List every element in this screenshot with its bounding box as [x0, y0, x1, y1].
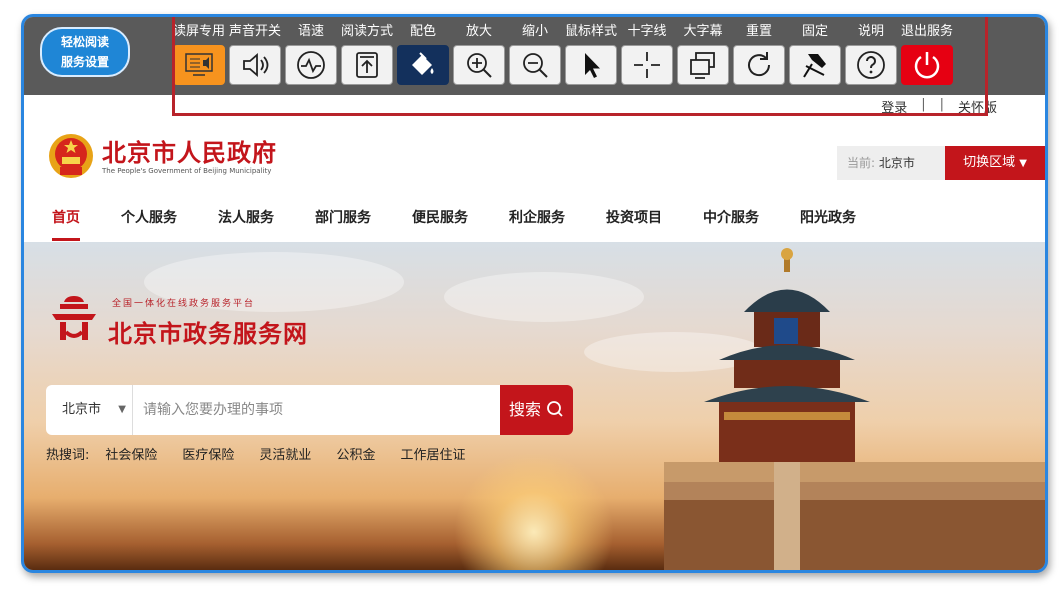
speech-rate-icon[interactable]: [285, 45, 337, 85]
hot-term[interactable]: 公积金: [336, 444, 375, 463]
region-prefix: 当前:: [847, 156, 876, 170]
site-header: 登录 | | 关怀版 北京市人民政府 The People's Governme…: [24, 95, 1045, 242]
power-icon[interactable]: [901, 45, 953, 85]
easy-reading-settings-button[interactable]: 轻松阅读 服务设置: [40, 27, 130, 77]
chevron-down-icon: ▼: [1019, 158, 1027, 169]
tool-label: 退出服务: [900, 24, 953, 39]
city-select[interactable]: 北京市 ▼: [46, 385, 132, 435]
main-nav: 首页 个人服务 法人服务 部门服务 便民服务 利企服务 投资项目 中介服务 阳光…: [24, 207, 1045, 241]
exit-service-tool[interactable]: 退出服务: [900, 17, 954, 95]
city-select-value: 北京市: [62, 402, 102, 417]
hot-search-terms: 热搜词: 社会保险 医疗保险 灵活就业 公积金 工作居住证: [46, 444, 490, 463]
nav-item-transparency[interactable]: 阳光政务: [800, 207, 856, 241]
reading-mode-icon[interactable]: [341, 45, 393, 85]
switch-region-label: 切换区域: [963, 155, 1016, 170]
site-name[interactable]: 北京市人民政府: [102, 133, 277, 168]
pin-icon[interactable]: [789, 45, 841, 85]
nav-item-department[interactable]: 部门服务: [315, 207, 371, 241]
platform-name[interactable]: 北京市政务服务网: [108, 314, 308, 349]
nav-item-intermediary[interactable]: 中介服务: [703, 207, 759, 241]
login-link[interactable]: 登录: [881, 97, 907, 116]
cloud: [444, 272, 644, 322]
top-links: 登录 | | 关怀版: [881, 97, 997, 116]
sun-glow: [454, 452, 614, 570]
region-value: 北京市: [878, 156, 915, 170]
reset-icon[interactable]: [733, 45, 785, 85]
accessibility-toolbar: 轻松阅读 服务设置 读屏专用 声音开关 语速 阅读方式 配色 放大 缩小 鼠标样…: [24, 17, 1045, 95]
zoom-out-icon[interactable]: [509, 45, 561, 85]
screen-reader-icon[interactable]: [173, 45, 225, 85]
nav-item-legal-entity[interactable]: 法人服务: [218, 207, 274, 241]
current-region: 当前: 北京市: [837, 146, 945, 180]
separator: |: [939, 97, 944, 112]
paint-bucket-icon[interactable]: [397, 45, 449, 85]
search-button-label: 搜索: [508, 400, 541, 419]
settings-line-2: 服务设置: [60, 55, 109, 69]
gov-service-logo-icon[interactable]: [46, 292, 102, 348]
nav-item-personal[interactable]: 个人服务: [121, 207, 177, 241]
nav-item-convenience[interactable]: 便民服务: [412, 207, 468, 241]
search-input[interactable]: [132, 385, 500, 435]
switch-region-button[interactable]: 切换区域 ▼: [945, 146, 1045, 180]
hot-term[interactable]: 医疗保险: [182, 444, 234, 463]
nav-item-home[interactable]: 首页: [52, 207, 80, 241]
caption-icon[interactable]: [677, 45, 729, 85]
separator: |: [921, 97, 926, 112]
search-bar: 北京市 ▼ 搜索: [46, 385, 573, 435]
care-version-link[interactable]: 关怀版: [958, 97, 997, 116]
search-icon: [547, 401, 563, 417]
site-name-english: The People's Government of Beijing Munic…: [102, 167, 272, 175]
caret-down-icon: ▼: [118, 404, 126, 415]
platform-tagline: 全国一体化在线政务服务平台: [112, 299, 256, 309]
hero-banner: 全国一体化在线政务服务平台 北京市政务服务网 北京市 ▼ 搜索 热搜词: 社会保…: [24, 242, 1045, 570]
nav-item-investment[interactable]: 投资项目: [606, 207, 662, 241]
hot-term[interactable]: 社会保险: [105, 444, 157, 463]
cursor-icon[interactable]: [565, 45, 617, 85]
crosshair-icon[interactable]: [621, 45, 673, 85]
nav-item-business[interactable]: 利企服务: [509, 207, 565, 241]
hot-search-label: 热搜词:: [46, 448, 90, 463]
temple-of-heaven-image: [664, 248, 1045, 570]
settings-line-1: 轻松阅读: [60, 35, 109, 49]
speaker-icon[interactable]: [229, 45, 281, 85]
browser-frame: 轻松阅读 服务设置 读屏专用 声音开关 语速 阅读方式 配色 放大 缩小 鼠标样…: [21, 14, 1048, 573]
national-emblem-icon[interactable]: [46, 131, 96, 181]
help-icon[interactable]: [845, 45, 897, 85]
zoom-in-icon[interactable]: [453, 45, 505, 85]
hot-term[interactable]: 灵活就业: [259, 444, 311, 463]
search-button[interactable]: 搜索: [500, 385, 573, 435]
hot-term[interactable]: 工作居住证: [400, 444, 465, 463]
